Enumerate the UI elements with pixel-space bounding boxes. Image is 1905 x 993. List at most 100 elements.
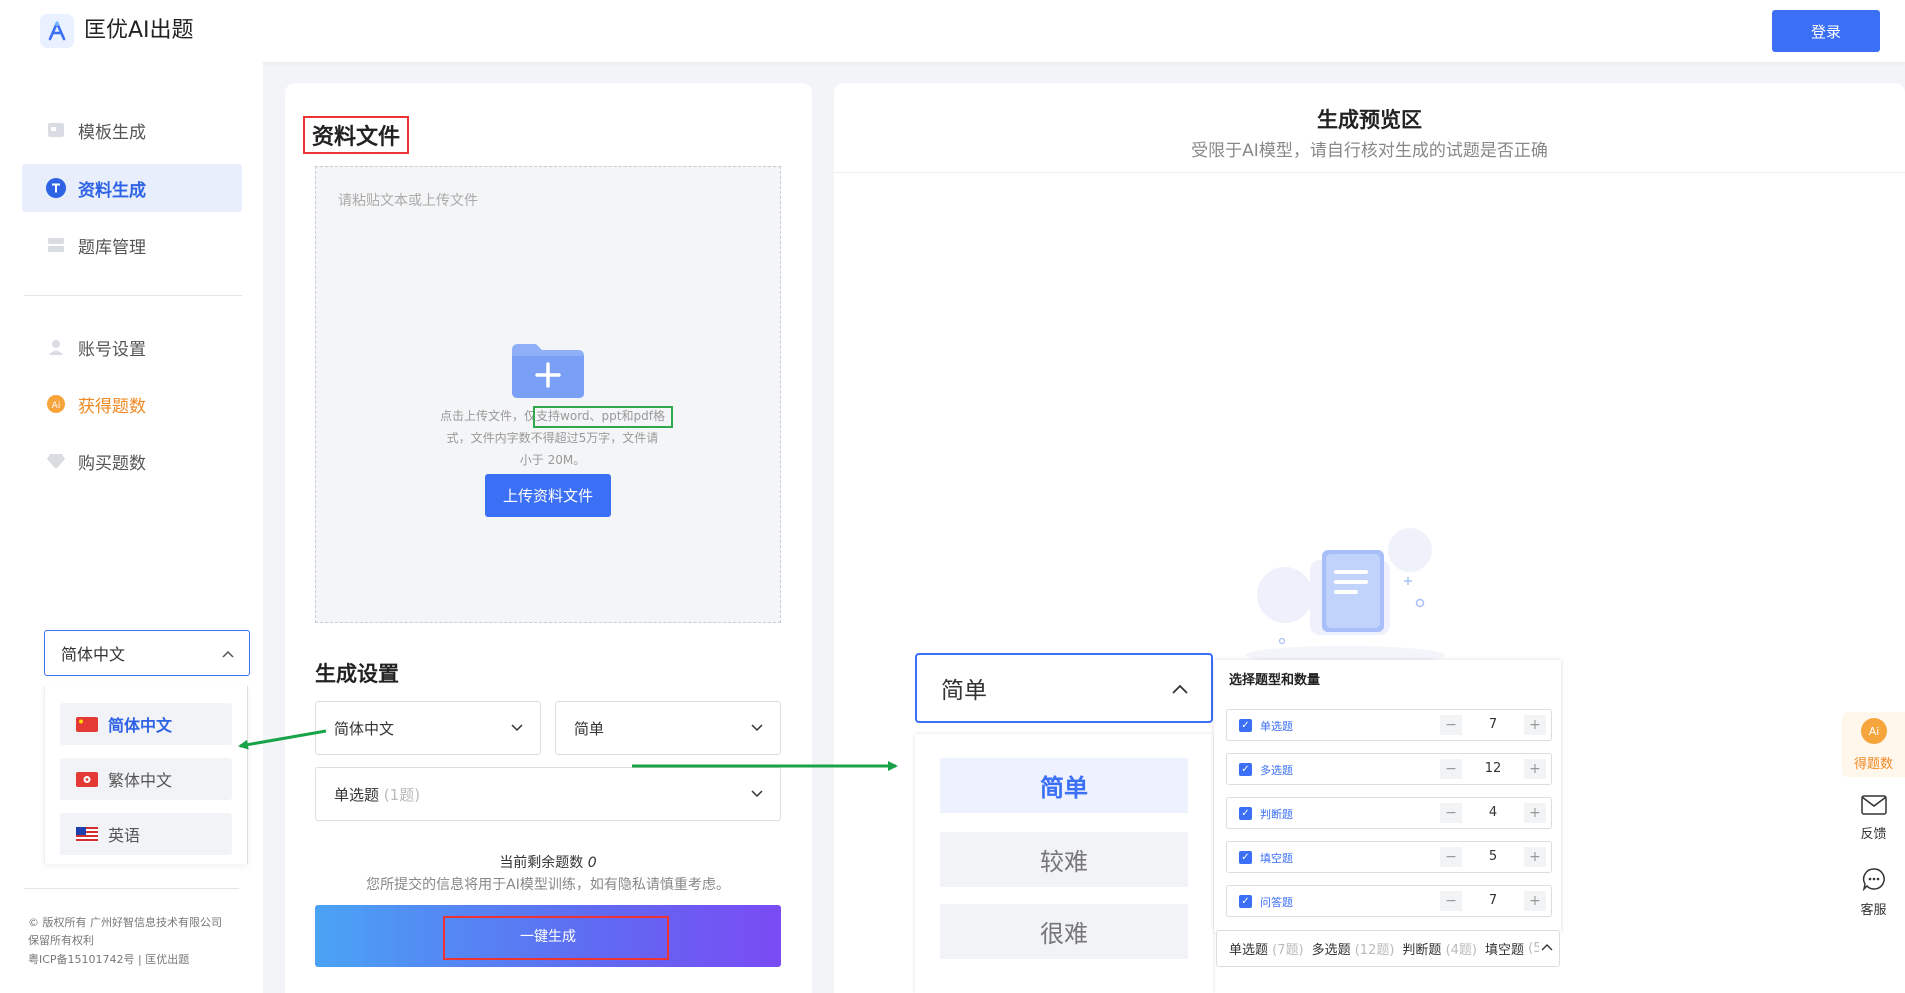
footer-icp[interactable]: 粤ICP备15101742号 | 匡优出题 — [28, 951, 189, 969]
ai-coin-icon: Ai — [46, 394, 66, 414]
sidebar-item-get-questions[interactable]: Ai 获得题数 — [22, 380, 242, 428]
difficulty-option-very-hard[interactable]: 很难 — [940, 904, 1188, 959]
question-count: (1题) — [383, 785, 421, 804]
preview-subtitle: 受限于AI模型，请自行核对生成的试题是否正确 — [1191, 141, 1548, 161]
language-setting-select[interactable]: 简体中文 — [315, 701, 541, 755]
remaining-questions: 当前剩余题数 0 — [315, 852, 781, 872]
summary-name: 单选题 — [1229, 943, 1269, 958]
sidebar-item-question-bank[interactable]: 题库管理 — [22, 221, 242, 269]
plus-button[interactable]: + — [1524, 803, 1546, 823]
sidebar-item-buy-questions[interactable]: 购买题数 — [22, 437, 242, 485]
dropdown-value: 简单 — [941, 678, 987, 704]
summary-name: 多选题 — [1311, 943, 1351, 958]
app-title: 匡优AI出题 — [84, 18, 194, 43]
settings-title: 生成设置 — [315, 662, 399, 686]
summary-count: (7题) — [1272, 943, 1304, 958]
summary-count: (4题) — [1445, 943, 1477, 958]
question-count-value[interactable]: 4 — [1463, 803, 1523, 823]
empty-document-illustration-icon — [1240, 515, 1450, 669]
diamond-icon — [46, 451, 66, 471]
question-count-value[interactable]: 5 — [1463, 847, 1523, 867]
upload-hint-line: 小于 20M。 — [519, 453, 586, 467]
question-type-name: 问答题 — [1260, 896, 1293, 909]
sidebar-item-label: 模板生成 — [78, 122, 146, 143]
sidebar-item-label: 购买题数 — [78, 453, 146, 474]
ai-badge-label: Ai — [1868, 725, 1879, 738]
checkbox-checked-icon[interactable]: ✓ — [1239, 895, 1252, 908]
minus-button[interactable]: − — [1440, 803, 1462, 823]
question-type-title: 选择题型和数量 — [1229, 673, 1321, 688]
upload-file-button[interactable]: 上传资料文件 — [485, 474, 611, 517]
summary-count: (12题) — [1354, 943, 1395, 958]
remaining-value: 0 — [587, 855, 597, 871]
question-bank-icon — [46, 235, 66, 255]
chat-bubble-icon — [1862, 867, 1886, 895]
sidebar-item-material[interactable]: 资料生成 — [22, 164, 242, 212]
paste-placeholder[interactable]: 请粘贴文本或上传文件 — [338, 190, 478, 210]
plus-button[interactable]: + — [1524, 847, 1546, 867]
language-option-label: 繁体中文 — [108, 771, 173, 790]
float-customer-service[interactable]: 客服 — [1842, 860, 1905, 925]
question-type-row: ✓ 填空题 − 5 + — [1226, 841, 1552, 873]
chevron-down-icon — [510, 719, 524, 737]
sidebar-item-template[interactable]: 模板生成 — [22, 106, 242, 154]
checkbox-checked-icon[interactable]: ✓ — [1239, 763, 1252, 776]
question-type-row: ✓ 判断题 − 4 + — [1226, 797, 1552, 829]
chevron-up-icon — [1171, 675, 1189, 701]
language-option-english[interactable]: 英语 — [60, 813, 232, 855]
language-option-label: 英语 — [108, 826, 141, 845]
checkbox-checked-icon[interactable]: ✓ — [1239, 851, 1252, 864]
checkbox-checked-icon[interactable]: ✓ — [1239, 807, 1252, 820]
nav-divider — [24, 295, 242, 296]
language-select-value: 简体中文 — [61, 645, 126, 664]
summary-name: 填空题 — [1485, 943, 1525, 958]
summary-name: 判断题 — [1402, 943, 1442, 958]
sidebar-item-label: 获得题数 — [78, 396, 146, 417]
upload-hint-line: 式，文件内字数不得超过5万字，文件请 — [446, 431, 659, 445]
minus-button[interactable]: − — [1440, 715, 1462, 735]
checkbox-checked-icon[interactable]: ✓ — [1239, 719, 1252, 732]
question-count-value[interactable]: 7 — [1463, 891, 1523, 911]
question-count-value[interactable]: 7 — [1463, 715, 1523, 735]
generate-annotation-box — [443, 916, 669, 960]
difficulty-dropdown-zoomed[interactable]: 简单 — [915, 653, 1213, 723]
us-flag-icon — [76, 826, 98, 842]
preview-divider — [834, 172, 1905, 173]
question-count-value[interactable]: 12 — [1463, 759, 1523, 779]
plus-button[interactable]: + — [1524, 891, 1546, 911]
language-select[interactable]: 简体中文 — [44, 630, 250, 676]
mail-icon — [1860, 795, 1887, 819]
question-type-summary[interactable]: 单选题 (7题) 多选题 (12题) 判断题 (4题) 填空题 (5 — [1216, 930, 1560, 967]
question-type-select[interactable]: 单选题 (1题) — [315, 767, 781, 821]
template-icon — [46, 120, 66, 140]
ai-badge-icon: Ai — [1860, 717, 1888, 749]
select-value: 简体中文 — [334, 719, 395, 738]
sidebar-item-account[interactable]: 账号设置 — [22, 323, 242, 371]
remaining-label: 当前剩余题数 — [499, 855, 584, 871]
login-button[interactable]: 登录 — [1772, 10, 1880, 52]
folder-add-icon[interactable] — [510, 342, 586, 404]
question-type-name: 多选题 — [1260, 764, 1293, 777]
float-feedback[interactable]: 反馈 — [1842, 786, 1905, 851]
minus-button[interactable]: − — [1440, 891, 1462, 911]
difficulty-select[interactable]: 简单 — [555, 701, 781, 755]
language-option-traditional[interactable]: 繁体中文 — [60, 758, 232, 800]
question-type-name: 判断题 — [1260, 808, 1293, 821]
svg-text:Ai: Ai — [52, 401, 61, 411]
language-option-simplified[interactable]: 简体中文 — [60, 703, 232, 745]
text-t-icon — [46, 178, 66, 198]
plus-button[interactable]: + — [1524, 715, 1546, 735]
question-type-name: 单选题 — [1260, 720, 1293, 733]
footer-rights: 保留所有权利 — [28, 934, 94, 947]
language-option-label: 简体中文 — [108, 716, 173, 735]
question-type-row: ✓ 多选题 − 12 + — [1226, 753, 1552, 785]
minus-button[interactable]: − — [1440, 759, 1462, 779]
difficulty-option-easy[interactable]: 简单 — [940, 758, 1188, 813]
minus-button[interactable]: − — [1440, 847, 1462, 867]
plus-button[interactable]: + — [1524, 759, 1546, 779]
difficulty-option-hard[interactable]: 较难 — [940, 832, 1188, 887]
select-value: 单选题 — [334, 785, 380, 804]
float-get-questions[interactable]: Ai 得题数 — [1842, 712, 1905, 777]
source-title: 资料文件 — [303, 116, 409, 154]
format-annotation-box — [533, 406, 673, 428]
